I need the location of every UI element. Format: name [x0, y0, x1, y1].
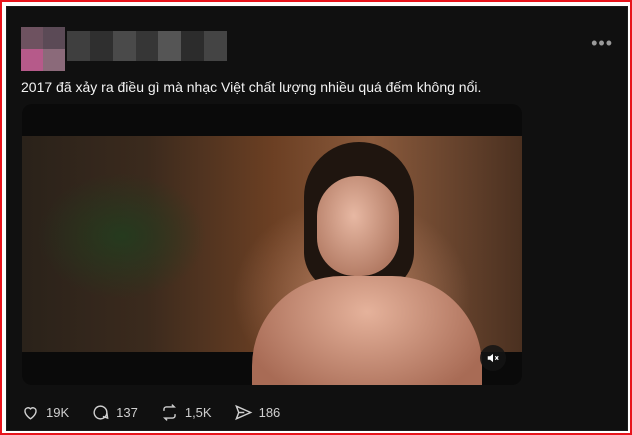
comment-button[interactable]: 137	[91, 403, 138, 422]
comment-count: 137	[116, 405, 138, 420]
post-text: 2017 đã xảy ra điều gì mà nhạc Việt chất…	[21, 79, 482, 95]
video-figure-body	[252, 276, 482, 385]
like-button[interactable]: 19K	[21, 403, 69, 422]
video-frame	[22, 136, 522, 385]
speaker-muted-icon	[487, 353, 499, 363]
more-options-icon[interactable]: •••	[591, 34, 613, 52]
send-icon	[234, 404, 252, 421]
share-button[interactable]: 186	[234, 403, 281, 422]
avatar[interactable]	[21, 27, 65, 71]
post-actions: 19K 137 1,5K 186	[21, 403, 280, 422]
screenshot-frame: ••• 2017 đã xảy ra điều gì mà nhạc Việt …	[0, 0, 632, 435]
username-blurred[interactable]	[67, 31, 228, 61]
repost-button[interactable]: 1,5K	[160, 403, 212, 422]
share-count: 186	[258, 405, 281, 420]
video-player[interactable]	[22, 104, 522, 385]
like-count: 19K	[46, 405, 70, 420]
comment-bubble-icon	[93, 405, 109, 420]
repost-count: 1,5K	[184, 405, 212, 420]
post-card: ••• 2017 đã xảy ra điều gì mà nhạc Việt …	[6, 6, 628, 431]
video-figure-face	[317, 176, 399, 276]
heart-icon	[24, 407, 37, 420]
mute-toggle-button[interactable]	[480, 345, 506, 371]
repost-icon	[162, 404, 176, 421]
